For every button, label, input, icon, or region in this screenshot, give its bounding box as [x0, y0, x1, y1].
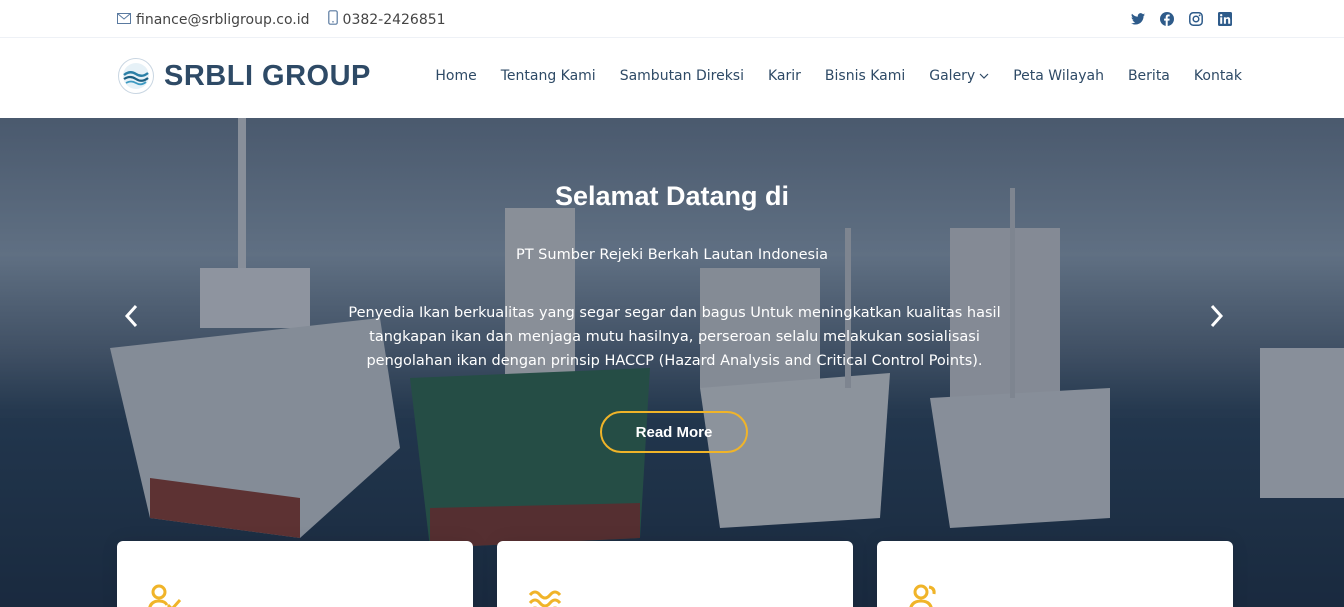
- carousel-next-button[interactable]: [1205, 302, 1229, 330]
- read-more-button[interactable]: Read More: [600, 411, 748, 453]
- instagram-icon[interactable]: [1188, 11, 1204, 27]
- logo-emblem-icon: [118, 58, 154, 94]
- chevron-left-icon: [124, 304, 138, 328]
- phone-text: 0382-2426851: [342, 11, 446, 28]
- nav-galery[interactable]: Galery: [929, 68, 989, 84]
- nav-berita[interactable]: Berita: [1128, 68, 1170, 84]
- envelope-icon: [117, 12, 136, 28]
- feature-card[interactable]: [877, 541, 1233, 607]
- twitter-icon[interactable]: [1130, 11, 1146, 27]
- phone-contact[interactable]: 0382-2426851: [327, 10, 446, 29]
- nav-karir[interactable]: Karir: [768, 68, 801, 84]
- waves-icon: [528, 590, 562, 607]
- chevron-right-icon: [1210, 304, 1224, 328]
- chevron-down-icon: [979, 73, 989, 79]
- nav-sambutan-direksi[interactable]: Sambutan Direksi: [620, 68, 744, 84]
- feature-card[interactable]: [117, 541, 473, 607]
- hero-subtitle: PT Sumber Rejeki Berkah Lautan Indonesia: [515, 247, 829, 263]
- main-nav: Home Tentang Kami Sambutan Direksi Karir…: [411, 68, 1242, 84]
- hero-carousel: Selamat Datang di PT Sumber Rejeki Berka…: [0, 118, 1344, 607]
- social-links: [1117, 11, 1233, 27]
- nav-kontak[interactable]: Kontak: [1194, 68, 1242, 84]
- carousel-prev-button[interactable]: [119, 302, 143, 330]
- phone-icon: [327, 10, 343, 29]
- linkedin-icon[interactable]: [1217, 11, 1233, 27]
- feature-card[interactable]: [497, 541, 853, 607]
- logo-text: SRBLI GROUP: [164, 59, 371, 92]
- site-header: SRBLI GROUP Home Tentang Kami Sambutan D…: [0, 38, 1344, 118]
- hero-title: Selamat Datang di: [554, 181, 790, 211]
- email-text: finance@srbligroup.co.id: [136, 11, 310, 28]
- top-bar: finance@srbligroup.co.id 0382-2426851: [0, 0, 1344, 38]
- contact-info: finance@srbligroup.co.id 0382-2426851: [117, 10, 464, 29]
- nav-galery-label: Galery: [929, 68, 976, 84]
- nav-tentang-kami[interactable]: Tentang Kami: [501, 68, 596, 84]
- hero-description: Penyedia Ikan berkualitas yang segar seg…: [348, 305, 1001, 369]
- facebook-icon[interactable]: [1159, 11, 1175, 27]
- logo[interactable]: SRBLI GROUP: [117, 57, 371, 95]
- email-contact[interactable]: finance@srbligroup.co.id: [117, 12, 310, 28]
- nav-home[interactable]: Home: [435, 68, 476, 84]
- person-check-icon: [148, 584, 182, 607]
- feature-cards: [117, 541, 1233, 607]
- nav-bisnis-kami[interactable]: Bisnis Kami: [825, 68, 905, 84]
- nav-peta-wilayah[interactable]: Peta Wilayah: [1013, 68, 1104, 84]
- users-icon: [909, 584, 936, 607]
